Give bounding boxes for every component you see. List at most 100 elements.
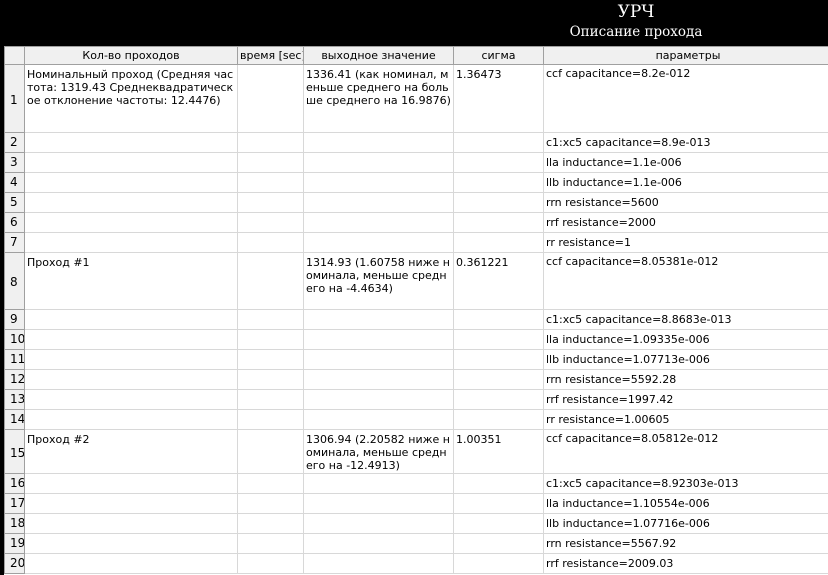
row-number[interactable]: 1 [4,64,25,133]
pass-cell[interactable] [24,232,238,253]
pass-cell[interactable] [24,132,238,153]
pass-cell[interactable] [24,493,238,514]
row-number[interactable]: 18 [4,513,25,534]
table-row[interactable]: 1 Номинальный проход (Средняя частота: 1… [4,64,828,133]
output-cell[interactable] [303,473,454,494]
row-number[interactable]: 8 [4,252,25,310]
table-row[interactable]: 6 rrf resistance=2000 [4,212,828,233]
output-cell[interactable] [303,349,454,370]
pass-cell[interactable] [24,172,238,193]
pass-cell[interactable] [24,192,238,213]
pass-cell[interactable]: Номинальный проход (Средняя частота: 131… [24,64,238,133]
row-number[interactable]: 11 [4,349,25,370]
pass-cell[interactable]: Проход #1 [24,252,238,310]
param-cell[interactable]: rrn resistance=5567.92 [543,533,828,554]
time-cell[interactable] [237,409,304,430]
time-cell[interactable] [237,369,304,390]
time-cell[interactable] [237,513,304,534]
table-row[interactable]: 16 c1:xc5 capacitance=8.92303e-013 [4,473,828,494]
output-cell[interactable] [303,553,454,574]
sigma-cell[interactable] [453,493,544,514]
time-cell[interactable] [237,429,304,474]
table-row[interactable]: 4 llb inductance=1.1e-006 [4,172,828,193]
sigma-cell[interactable]: 0.361221 [453,252,544,310]
output-cell[interactable] [303,212,454,233]
row-number[interactable]: 5 [4,192,25,213]
table-row[interactable]: 17 lla inductance=1.10554e-006 [4,493,828,514]
time-cell[interactable] [237,533,304,554]
time-cell[interactable] [237,349,304,370]
param-cell[interactable]: ccf capacitance=8.05381e-012 [543,252,828,310]
output-cell[interactable] [303,309,454,330]
param-cell[interactable]: rrf resistance=2000 [543,212,828,233]
column-header-output-value[interactable]: выходное значение [303,46,454,65]
sigma-cell[interactable] [453,369,544,390]
output-cell[interactable] [303,329,454,350]
table-row[interactable]: 13 rrf resistance=1997.42 [4,389,828,410]
time-cell[interactable] [237,132,304,153]
table-row[interactable]: 14 rr resistance=1.00605 [4,409,828,430]
pass-cell[interactable] [24,533,238,554]
param-cell[interactable]: llb inductance=1.1e-006 [543,172,828,193]
output-cell[interactable] [303,232,454,253]
table-row[interactable]: 7 rr resistance=1 [4,232,828,253]
pass-cell[interactable] [24,152,238,173]
sigma-cell[interactable] [453,329,544,350]
time-cell[interactable] [237,232,304,253]
param-cell[interactable]: lla inductance=1.09335e-006 [543,329,828,350]
row-number[interactable]: 16 [4,473,25,494]
param-cell[interactable]: rrn resistance=5600 [543,192,828,213]
param-cell[interactable]: c1:xc5 capacitance=8.9e-013 [543,132,828,153]
row-number[interactable]: 4 [4,172,25,193]
output-cell[interactable] [303,533,454,554]
row-number[interactable]: 6 [4,212,25,233]
time-cell[interactable] [237,152,304,173]
param-cell[interactable]: lla inductance=1.10554e-006 [543,493,828,514]
sigma-cell[interactable] [453,533,544,554]
output-cell[interactable]: 1336.41 (как номинал, меньше среднего на… [303,64,454,133]
row-number[interactable]: 14 [4,409,25,430]
column-header-time[interactable]: время [sec] [237,46,304,65]
row-number[interactable]: 9 [4,309,25,330]
row-number[interactable]: 15 [4,429,25,474]
sigma-cell[interactable] [453,212,544,233]
sigma-cell[interactable] [453,389,544,410]
column-header-rownum[interactable] [4,46,25,65]
time-cell[interactable] [237,252,304,310]
sigma-cell[interactable]: 1.36473 [453,64,544,133]
time-cell[interactable] [237,64,304,133]
pass-cell[interactable] [24,473,238,494]
row-number[interactable]: 20 [4,553,25,574]
pass-cell[interactable] [24,553,238,574]
output-cell[interactable]: 1306.94 (2.20582 ниже номинала, меньше с… [303,429,454,474]
sigma-cell[interactable] [453,132,544,153]
table-row[interactable]: 20 rrf resistance=2009.03 [4,553,828,574]
param-cell[interactable]: rrf resistance=1997.42 [543,389,828,410]
param-cell[interactable]: lla inductance=1.1e-006 [543,152,828,173]
column-header-sigma[interactable]: сигма [453,46,544,65]
table-row[interactable]: 10 lla inductance=1.09335e-006 [4,329,828,350]
sigma-cell[interactable] [453,409,544,430]
time-cell[interactable] [237,389,304,410]
sigma-cell[interactable] [453,309,544,330]
time-cell[interactable] [237,192,304,213]
pass-cell[interactable]: Проход #2 [24,429,238,474]
sigma-cell[interactable] [453,192,544,213]
sigma-cell[interactable] [453,553,544,574]
pass-cell[interactable] [24,369,238,390]
table-row[interactable]: 11 llb inductance=1.07713e-006 [4,349,828,370]
table-row[interactable]: 18 llb inductance=1.07716e-006 [4,513,828,534]
output-cell[interactable] [303,409,454,430]
table-row[interactable]: 3 lla inductance=1.1e-006 [4,152,828,173]
output-cell[interactable] [303,192,454,213]
sigma-cell[interactable] [453,232,544,253]
param-cell[interactable]: c1:xc5 capacitance=8.92303e-013 [543,473,828,494]
param-cell[interactable]: llb inductance=1.07716e-006 [543,513,828,534]
row-number[interactable]: 2 [4,132,25,153]
output-cell[interactable] [303,369,454,390]
pass-cell[interactable] [24,329,238,350]
param-cell[interactable]: rrf resistance=2009.03 [543,553,828,574]
pass-cell[interactable] [24,389,238,410]
table-row[interactable]: 2 c1:xc5 capacitance=8.9e-013 [4,132,828,153]
column-header-parameters[interactable]: параметры [543,46,828,65]
